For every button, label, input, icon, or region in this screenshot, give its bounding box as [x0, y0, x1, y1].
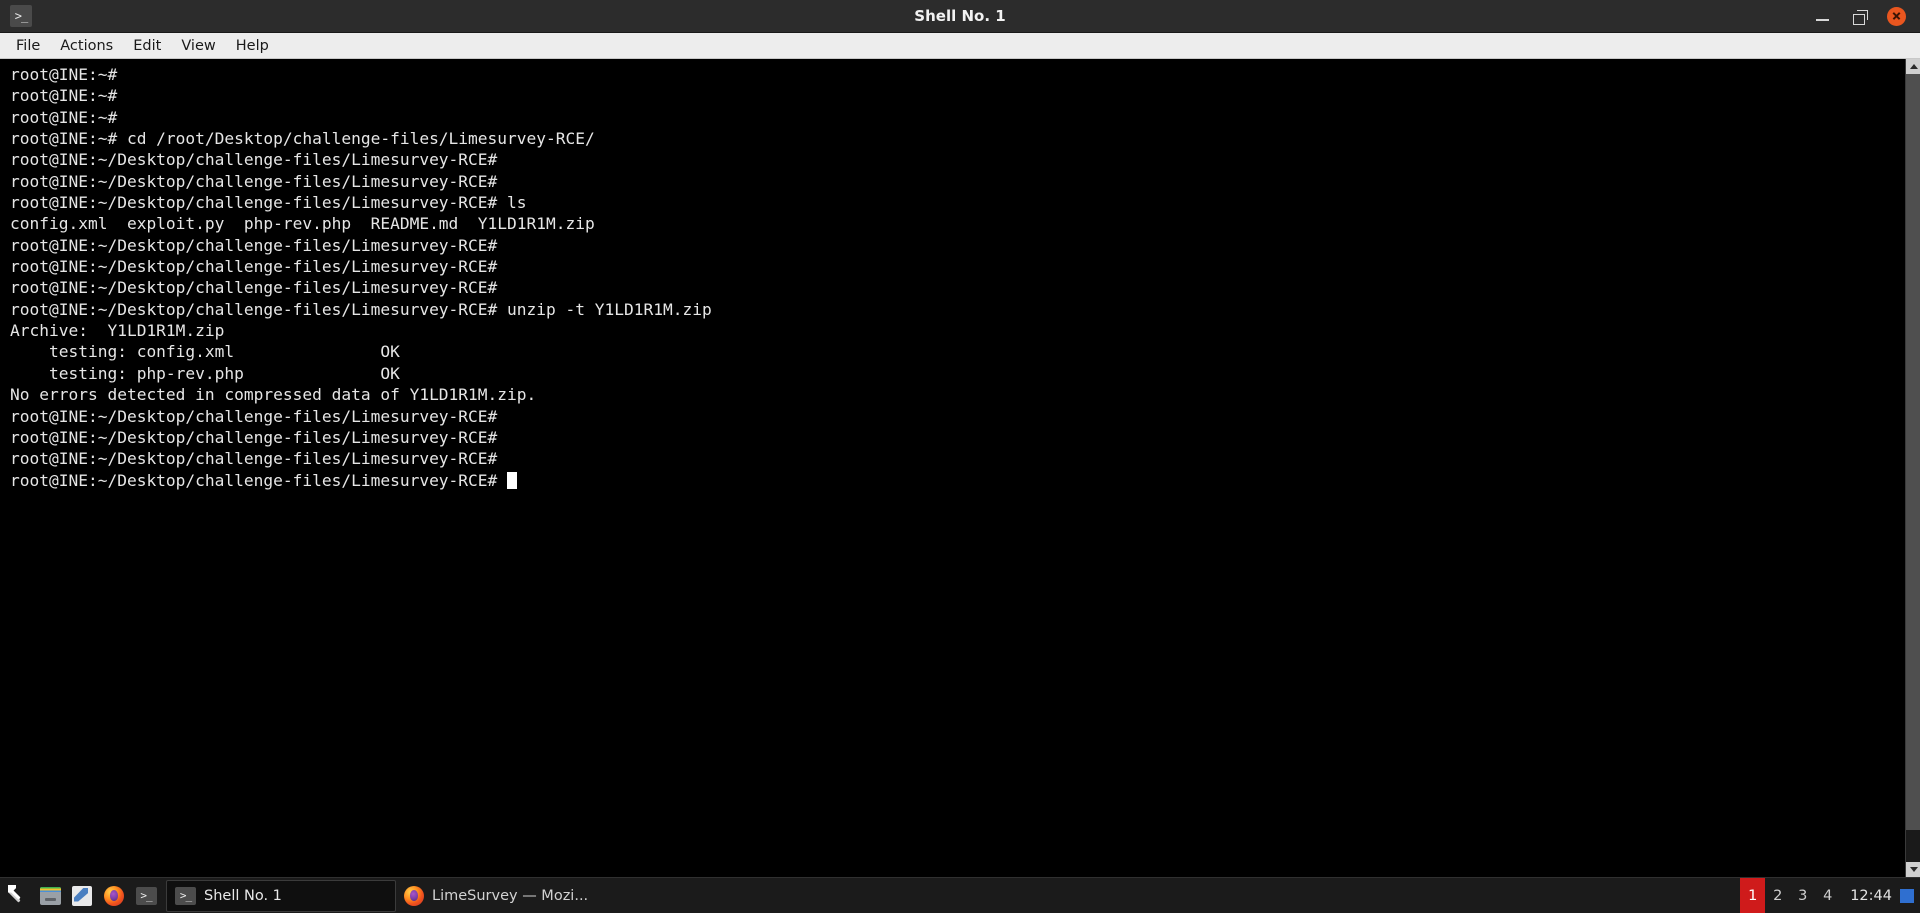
- terminal-line: root@INE:~/Desktop/challenge-files/Limes…: [10, 171, 498, 191]
- text-editor-icon: [72, 885, 92, 906]
- terminal-line: root@INE:~/Desktop/challenge-files/Limes…: [10, 449, 498, 469]
- terminal-line: root@INE:~/Desktop/challenge-files/Limes…: [10, 150, 498, 170]
- menu-item-help[interactable]: Help: [226, 34, 279, 58]
- maximize-icon: [1853, 9, 1868, 25]
- terminal-cursor: [507, 471, 517, 489]
- terminal-line: root@INE:~# cd /root/Desktop/challenge-f…: [10, 129, 595, 149]
- window-titlebar[interactable]: >_ Shell No. 1: [0, 0, 1920, 33]
- scrollbar-track[interactable]: [1906, 74, 1920, 862]
- minimize-button[interactable]: [1811, 5, 1833, 27]
- taskbar-launchers: >_: [4, 882, 166, 910]
- close-button[interactable]: [1887, 6, 1906, 26]
- window-title: Shell No. 1: [914, 7, 1006, 25]
- launcher-text-editor[interactable]: [68, 882, 96, 910]
- file-manager-icon: [39, 886, 61, 905]
- clock[interactable]: 12:44: [1840, 888, 1900, 904]
- workspace-1[interactable]: 1: [1740, 877, 1766, 913]
- wrench-icon: [7, 885, 29, 907]
- menu-bar: File Actions Edit View Help: [0, 33, 1920, 59]
- terminal-icon: >_: [175, 886, 196, 905]
- terminal-line: root@INE:~/Desktop/challenge-files/Limes…: [10, 257, 498, 277]
- window-controls: [1811, 5, 1920, 27]
- launcher-tools-wrench[interactable]: [4, 882, 32, 910]
- taskbar: >_ >_ Shell No. 1 LimeSurvey — Mozi... 1…: [0, 877, 1920, 913]
- terminal-prompt-line: root@INE:~/Desktop/challenge-files/Limes…: [10, 470, 1905, 491]
- launcher-terminal[interactable]: >_: [132, 882, 160, 910]
- workspace-2[interactable]: 2: [1765, 878, 1790, 913]
- tray-indicator-icon[interactable]: [1900, 888, 1914, 903]
- terminal-line: No errors detected in compressed data of…: [10, 385, 537, 405]
- terminal-scrollbar[interactable]: [1905, 59, 1920, 877]
- firefox-icon: [404, 885, 424, 906]
- taskbar-window-list: >_ Shell No. 1 LimeSurvey — Mozi...: [166, 879, 1740, 913]
- terminal-icon: >_: [10, 5, 32, 27]
- task-button-label: Shell No. 1: [204, 887, 282, 904]
- menu-item-file[interactable]: File: [6, 34, 50, 58]
- minimize-icon: [1815, 18, 1829, 21]
- task-button-limesurvey[interactable]: LimeSurvey — Mozi...: [396, 880, 626, 912]
- terminal-line: root@INE:~/Desktop/challenge-files/Limes…: [10, 235, 498, 255]
- task-button-shell[interactable]: >_ Shell No. 1: [166, 879, 396, 912]
- terminal-line: config.xml exploit.py php-rev.php README…: [10, 214, 595, 234]
- terminal-line: root@INE:~/Desktop/challenge-files/Limes…: [10, 299, 712, 319]
- terminal-prompt: root@INE:~/Desktop/challenge-files/Limes…: [10, 470, 508, 490]
- terminal-line: root@INE:~/Desktop/challenge-files/Limes…: [10, 427, 498, 447]
- menu-item-edit[interactable]: Edit: [123, 34, 171, 58]
- taskbar-tray: 1 2 3 4 12:44: [1740, 877, 1920, 913]
- terminal-line: root@INE:~/Desktop/challenge-files/Limes…: [10, 406, 498, 426]
- terminal-line: root@INE:~#: [10, 86, 118, 106]
- terminal-output[interactable]: root@INE:~# root@INE:~# root@INE:~# root@IN…: [0, 59, 1905, 877]
- maximize-button[interactable]: [1849, 5, 1871, 27]
- desktop-screen: >_ Shell No. 1 File Actions Edit View He…: [0, 0, 1920, 913]
- scroll-up-arrow-icon[interactable]: [1906, 59, 1920, 74]
- workspace-4[interactable]: 4: [1815, 878, 1840, 913]
- workspace-switcher[interactable]: 1 2 3 4: [1740, 877, 1840, 913]
- firefox-icon: [104, 885, 124, 906]
- terminal-area[interactable]: root@INE:~# root@INE:~# root@INE:~# root@IN…: [0, 59, 1920, 877]
- launcher-firefox[interactable]: [100, 882, 128, 910]
- terminal-line: root@INE:~/Desktop/challenge-files/Limes…: [10, 193, 527, 213]
- terminal-line: Archive: Y1LD1R1M.zip: [10, 321, 225, 341]
- terminal-icon: >_: [135, 886, 157, 905]
- task-button-label: LimeSurvey — Mozi...: [432, 887, 589, 904]
- terminal-line: root@INE:~#: [10, 65, 118, 84]
- terminal-line: testing: config.xml OK: [10, 342, 400, 362]
- terminal-line: root@INE:~/Desktop/challenge-files/Limes…: [10, 278, 498, 298]
- menu-item-view[interactable]: View: [171, 34, 225, 58]
- scrollbar-thumb[interactable]: [1906, 74, 1920, 831]
- menu-item-actions[interactable]: Actions: [50, 34, 123, 58]
- terminal-line: testing: php-rev.php OK: [10, 363, 400, 383]
- scroll-down-arrow-icon[interactable]: [1906, 862, 1920, 877]
- launcher-file-manager[interactable]: [36, 882, 64, 910]
- terminal-line: root@INE:~#: [10, 107, 118, 127]
- workspace-3[interactable]: 3: [1790, 878, 1815, 913]
